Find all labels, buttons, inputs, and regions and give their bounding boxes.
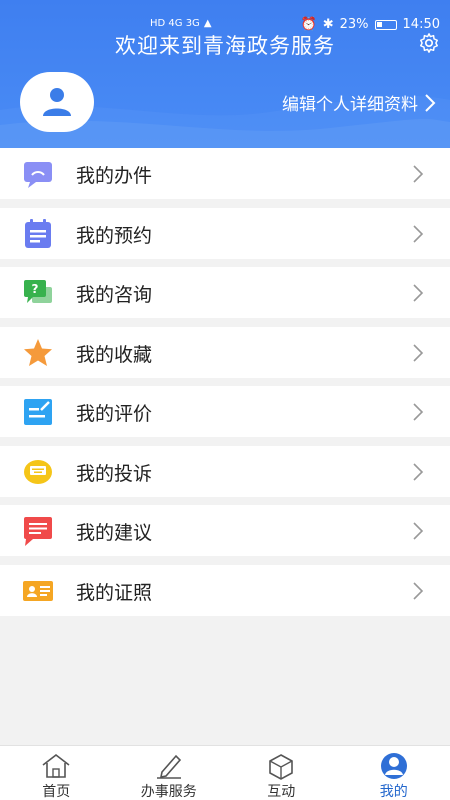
question-chat-icon: ? [24, 280, 52, 303]
tab-label: 首页 [42, 784, 71, 800]
avatar[interactable] [20, 72, 94, 132]
menu-item-favorites[interactable]: 我的收藏 [0, 326, 450, 378]
chevron-right-icon [413, 581, 424, 600]
tab-label: 互动 [267, 784, 296, 800]
chevron-right-icon [413, 462, 424, 481]
user-icon [43, 88, 71, 116]
menu-item-label: 我的建议 [76, 522, 153, 544]
chevron-right-icon [425, 93, 436, 112]
menu-item-reviews[interactable]: 我的评价 [0, 386, 450, 437]
chat-bubble-icon [24, 162, 52, 188]
svg-text:?: ? [32, 282, 39, 296]
chevron-right-icon [413, 522, 424, 540]
complaint-icon [24, 459, 52, 484]
menu-list: 我的办件 我的预约 ? 我的咨询 我的收藏 我的评价 我的投诉 我的建议 我的证… [0, 148, 450, 624]
menu-item-label: 我的评价 [76, 403, 153, 425]
menu-item-suggestions[interactable]: 我的建议 [0, 505, 450, 556]
chevron-right-icon [413, 284, 424, 302]
tab-interaction[interactable]: 互动 [225, 746, 338, 800]
suggestion-icon [24, 517, 52, 546]
menu-item-label: 我的收藏 [76, 343, 153, 366]
gear-icon[interactable] [418, 32, 440, 54]
page-title: 欢迎来到青海政务服务 [115, 34, 335, 58]
battery-icon [374, 19, 397, 30]
notepad-icon [25, 218, 51, 248]
edit-profile-link[interactable]: 编辑个人详细资料 [282, 90, 436, 115]
chevron-right-icon [413, 343, 424, 362]
home-icon [42, 753, 70, 778]
cube-icon [269, 754, 294, 780]
network-indicators: HD 4G 3G ▲ [150, 18, 212, 29]
menu-item-complaints[interactable]: 我的投诉 [0, 445, 450, 497]
tab-services[interactable]: 办事服务 [113, 746, 226, 800]
id-card-icon [23, 580, 53, 601]
pen-icon [156, 754, 181, 779]
tab-home[interactable]: 首页 [0, 746, 113, 800]
star-icon [24, 338, 52, 366]
menu-item-label: 我的投诉 [76, 462, 153, 485]
menu-item-label: 我的预约 [76, 224, 153, 247]
tab-label: 办事服务 [140, 784, 197, 800]
menu-item-licenses[interactable]: 我的证照 [0, 564, 450, 616]
chevron-right-icon [413, 403, 424, 421]
signal-icons: HD 4G 3G [150, 18, 200, 29]
menu-item-label: 我的咨询 [76, 284, 153, 306]
profile-header: HD 4G 3G ▲ ⏰ ✱ 23% 14:50 欢迎来到青海政务服务 编辑个人… [0, 0, 450, 148]
wifi-icon: ▲ [203, 18, 212, 29]
menu-item-appointments[interactable]: 我的预约 [0, 207, 450, 259]
chevron-right-icon [413, 224, 424, 243]
edit-note-icon [24, 399, 52, 425]
status-bar: HD 4G 3G ▲ ⏰ ✱ 23% 14:50 [0, 0, 450, 32]
tab-label: 我的 [379, 784, 408, 800]
profile-icon [380, 753, 407, 779]
menu-item-cases[interactable]: 我的办件 [0, 148, 450, 199]
menu-item-label: 我的证照 [76, 581, 153, 604]
tab-mine[interactable]: 我的 [338, 746, 450, 800]
bottom-tab-bar: 首页 办事服务 互动 我的 [0, 745, 450, 800]
chevron-right-icon [413, 165, 424, 183]
menu-item-label: 我的办件 [76, 165, 153, 187]
menu-item-inquiries[interactable]: ? 我的咨询 [0, 267, 450, 318]
edit-profile-label: 编辑个人详细资料 [282, 95, 418, 115]
